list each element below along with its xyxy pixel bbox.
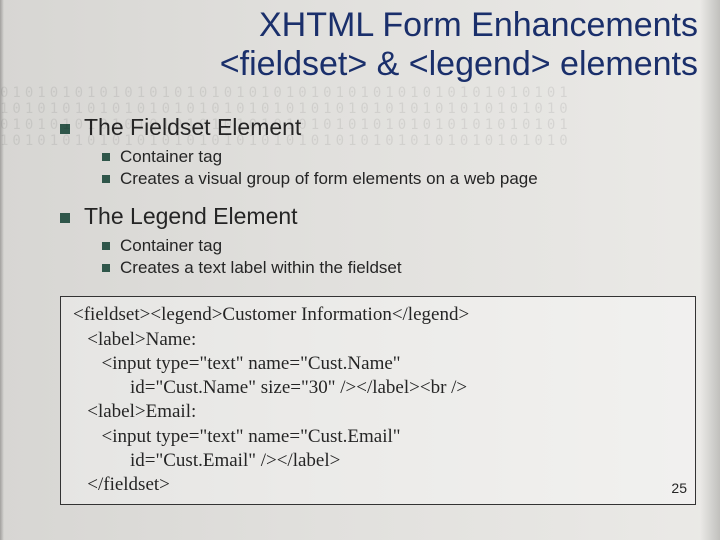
code-line: </fieldset> (73, 473, 683, 497)
code-line: id="Cust.Name" size="30" /></label><br /… (73, 376, 683, 400)
section-1-heading: The Fieldset Element (60, 114, 696, 141)
code-example-box: <fieldset><legend>Customer Information</… (60, 296, 696, 505)
code-line: id="Cust.Email" /></label> (73, 449, 683, 473)
title-line-2: <fieldset> & <legend> elements (220, 45, 698, 83)
code-line: <fieldset><legend>Customer Information</… (73, 303, 683, 327)
square-bullet-icon (102, 242, 110, 250)
page-number: 25 (671, 480, 687, 498)
slide-body: The Fieldset Element Container tag Creat… (0, 84, 720, 505)
left-shadow (0, 0, 4, 540)
slide-title: XHTML Form Enhancements <fieldset> & <le… (0, 0, 720, 84)
code-line: <label>Name: (73, 328, 683, 352)
square-bullet-icon (60, 124, 70, 134)
square-bullet-icon (102, 153, 110, 161)
right-shadow (700, 0, 720, 540)
section-2-point-2: Creates a text label within the fieldset (102, 258, 696, 278)
code-line: <label>Email: (73, 400, 683, 424)
square-bullet-icon (60, 213, 70, 223)
section-1-point-1: Container tag (102, 147, 696, 167)
section-2-point-1: Container tag (102, 236, 696, 256)
code-line: <input type="text" name="Cust.Email" (73, 425, 683, 449)
code-line: <input type="text" name="Cust.Name" (73, 352, 683, 376)
square-bullet-icon (102, 264, 110, 272)
square-bullet-icon (102, 175, 110, 183)
title-line-1: XHTML Form Enhancements (259, 6, 698, 44)
section-2-heading: The Legend Element (60, 203, 696, 230)
section-1-point-2: Creates a visual group of form elements … (102, 169, 696, 189)
